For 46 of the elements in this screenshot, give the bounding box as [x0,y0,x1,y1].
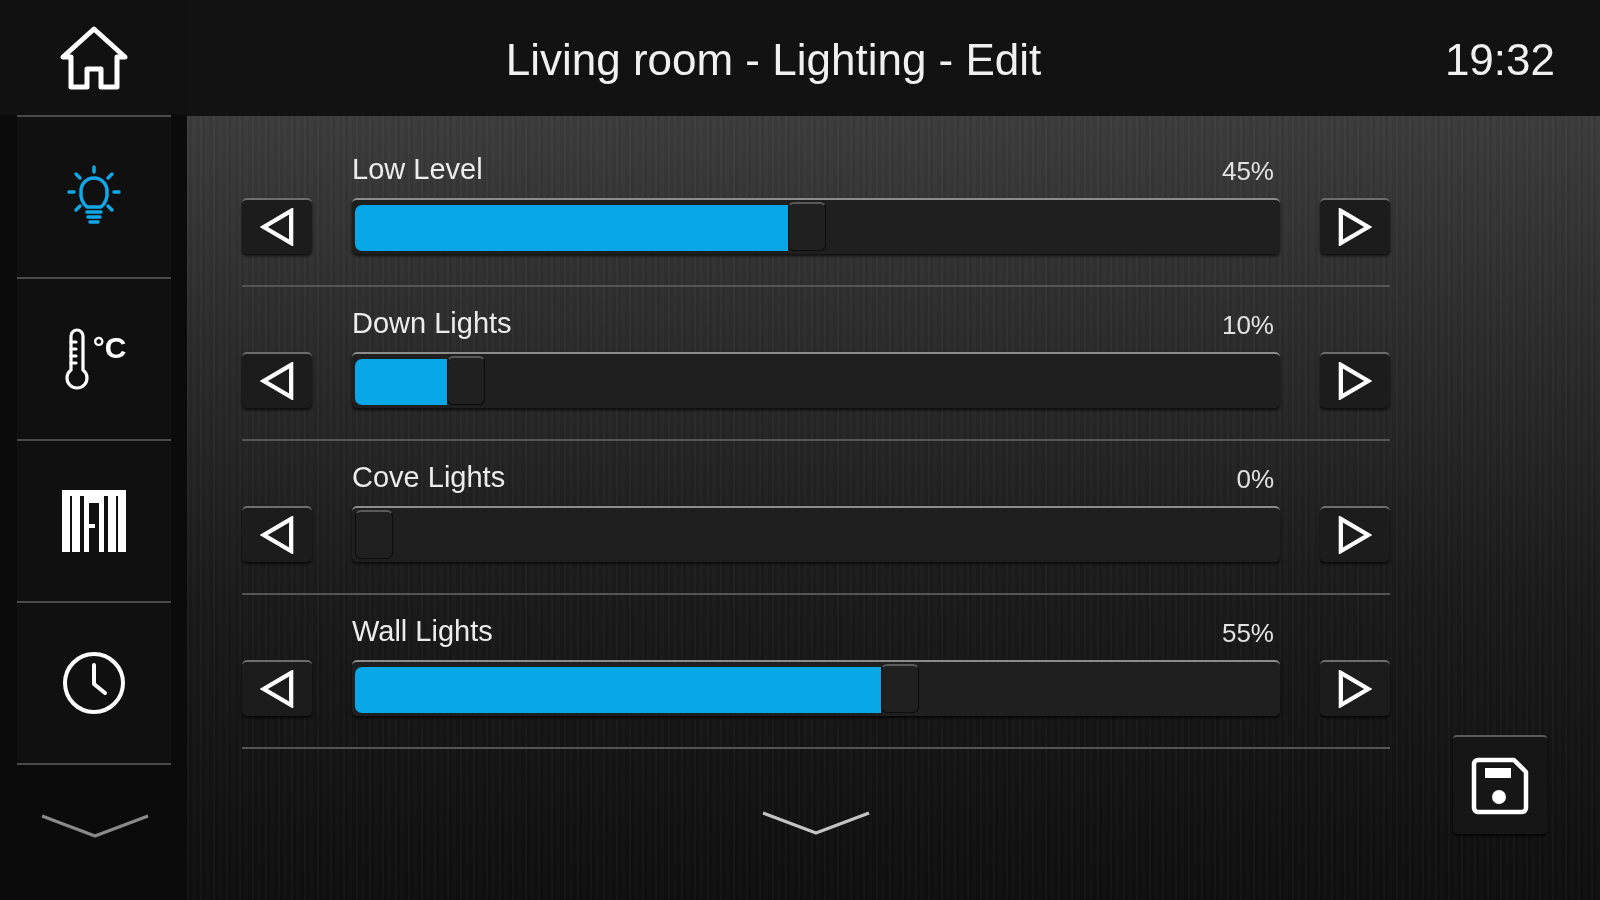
channel-name: Wall Lights [352,614,493,648]
save-button[interactable] [1453,735,1547,834]
right-triangle-icon [1338,362,1372,400]
slider-thumb[interactable] [355,510,393,559]
nav-button[interactable] [17,603,171,763]
channel-name: Low Level [352,152,483,186]
left-triangle-icon [260,208,294,246]
increase-button[interactable] [1320,660,1390,716]
slider-track[interactable] [352,506,1280,562]
right-triangle-icon [1338,670,1372,708]
clock-icon [62,651,126,715]
home-button[interactable] [58,24,129,91]
level-reading: 10% [1221,310,1274,340]
level-reading: 0% [1236,464,1274,494]
curtain-icon [62,490,126,552]
decrease-button[interactable] [242,660,312,716]
home-icon [58,24,129,91]
increase-button[interactable] [1320,352,1390,408]
scroll-down-button[interactable] [761,810,871,836]
left-triangle-icon [260,670,294,708]
right-triangle-icon [1338,516,1372,554]
scroll-down-button[interactable] [39,813,150,839]
slider-thumb[interactable] [788,202,827,251]
channel-name: Cove Lights [352,460,506,494]
increase-button[interactable] [1320,506,1390,562]
nav-button[interactable] [17,441,171,601]
slider-track[interactable] [352,660,1280,716]
decrease-button[interactable] [242,198,312,254]
level-reading: 45% [1221,156,1274,186]
slider-thumb[interactable] [447,356,486,405]
chevron-down-icon [761,810,871,836]
clock-time: 19:32 [1444,35,1555,85]
increase-button[interactable] [1320,198,1390,254]
slider-track[interactable] [352,352,1280,408]
decrease-button[interactable] [242,352,312,408]
slider-track[interactable] [352,198,1280,254]
nav-button[interactable]: °C [17,279,171,439]
left-triangle-icon [260,362,294,400]
slider-thumb[interactable] [880,664,919,713]
left-triangle-icon [260,516,294,554]
decrease-button[interactable] [242,506,312,562]
window-title: Living room - Lighting - Edit [505,35,1042,85]
level-reading: 55% [1221,618,1274,648]
right-triangle-icon [1338,208,1372,246]
channel-name: Down Lights [352,306,512,340]
chevron-down-icon [39,813,150,839]
